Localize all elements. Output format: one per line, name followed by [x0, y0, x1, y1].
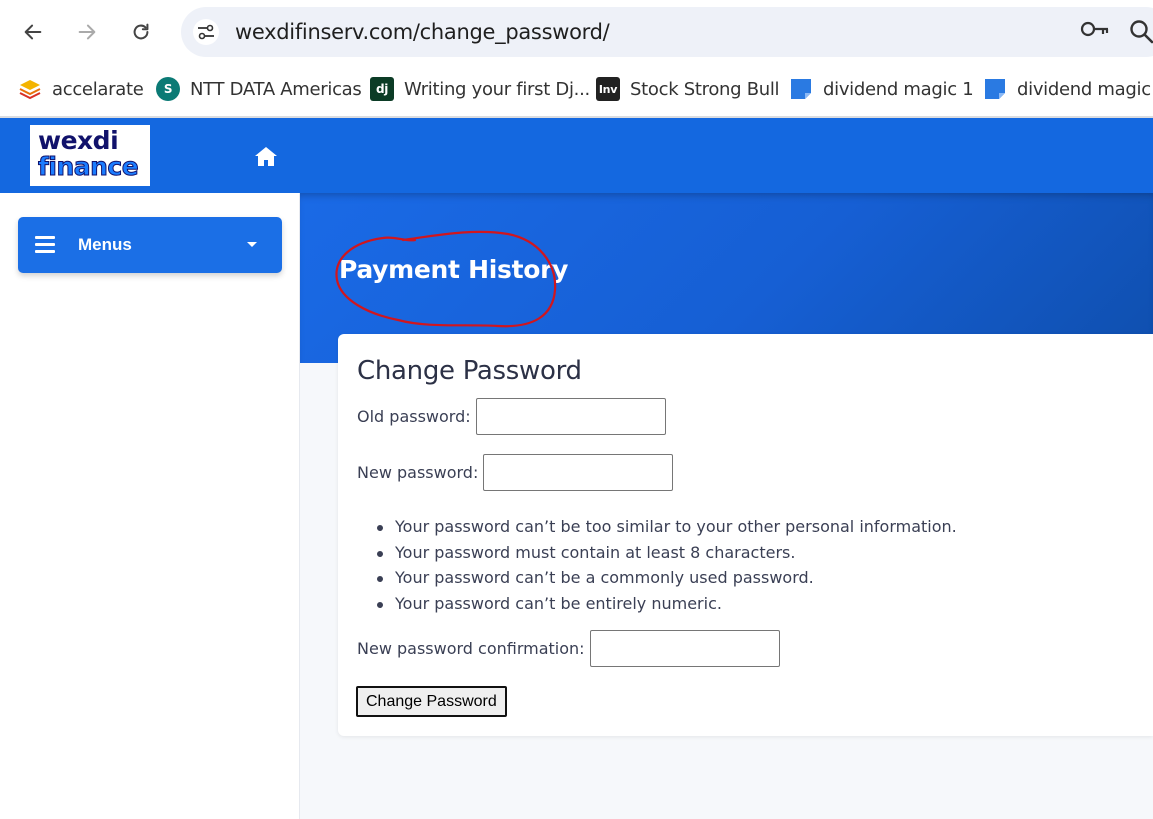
reload-button[interactable]	[123, 14, 159, 50]
bookmark-django[interactable]: dj Writing your first Dj...	[370, 76, 590, 102]
sidebar-header: wexdi finance	[0, 118, 300, 193]
arrow-right-icon	[78, 24, 96, 40]
password-key-icon[interactable]	[1080, 20, 1110, 43]
change-password-card: Change Password Old password: New passwo…	[338, 334, 1153, 736]
bookmark-stock-strong-bull[interactable]: Inv Stock Strong Bull	[596, 76, 780, 102]
document-icon	[789, 77, 813, 101]
password-rules-list: Your password can’t be too similar to yo…	[377, 514, 957, 616]
menus-dropdown-button[interactable]: Menus	[18, 217, 282, 273]
zoom-icon[interactable]	[1128, 18, 1153, 49]
new-password-label: New password:	[357, 463, 479, 482]
old-password-input[interactable]	[475, 398, 666, 435]
sidebar: wexdi finance Menus	[0, 118, 300, 819]
old-password-row: Old password:	[357, 398, 666, 435]
list-item: Your password must contain at least 8 ch…	[377, 540, 957, 566]
stack-icon	[18, 77, 42, 101]
bookmark-dividend-magic[interactable]: dividend magic	[983, 76, 1151, 102]
sharepoint-icon: S	[156, 77, 180, 101]
document-icon	[983, 77, 1007, 101]
bookmarks-bar: accelarate S NTT DATA Americas dj Writin…	[0, 64, 1153, 118]
browser-toolbar: wexdifinserv.com/change_password/	[0, 0, 1153, 64]
new-password-row: New password:	[357, 454, 674, 491]
menus-label: Menus	[78, 235, 132, 254]
back-button[interactable]	[15, 14, 51, 50]
bookmark-accelarate[interactable]: accelarate	[18, 76, 144, 102]
red-annotation-circle	[335, 230, 557, 328]
investing-icon: Inv	[596, 77, 620, 101]
list-item: Your password can’t be too similar to yo…	[377, 514, 957, 540]
django-icon: dj	[370, 77, 394, 101]
caret-down-icon	[247, 242, 257, 247]
confirm-password-input[interactable]	[589, 630, 780, 667]
address-bar[interactable]: wexdifinserv.com/change_password/	[181, 7, 1153, 57]
old-password-label: Old password:	[357, 407, 471, 426]
forward-button[interactable]	[69, 14, 105, 50]
bookmark-ntt-data[interactable]: S NTT DATA Americas	[156, 76, 362, 102]
confirm-password-label: New password confirmation:	[357, 639, 585, 658]
list-item: Your password can’t be a commonly used p…	[377, 565, 957, 591]
hamburger-icon	[35, 236, 55, 253]
arrow-left-icon	[24, 24, 42, 40]
form-title: Change Password	[357, 356, 582, 386]
list-item: Your password can’t be entirely numeric.	[377, 591, 957, 617]
new-password-input[interactable]	[483, 454, 674, 491]
top-navbar	[300, 118, 1153, 193]
reload-icon	[133, 23, 149, 40]
confirm-password-row: New password confirmation:	[357, 630, 780, 667]
url-text[interactable]: wexdifinserv.com/change_password/	[235, 20, 610, 44]
bookmark-dividend-magic-1[interactable]: dividend magic 1	[789, 76, 974, 102]
change-password-button[interactable]: Change Password	[356, 686, 507, 717]
wexdi-finance-logo[interactable]: wexdi finance	[30, 125, 150, 186]
site-settings-icon[interactable]	[193, 19, 219, 45]
home-icon[interactable]	[254, 145, 278, 172]
